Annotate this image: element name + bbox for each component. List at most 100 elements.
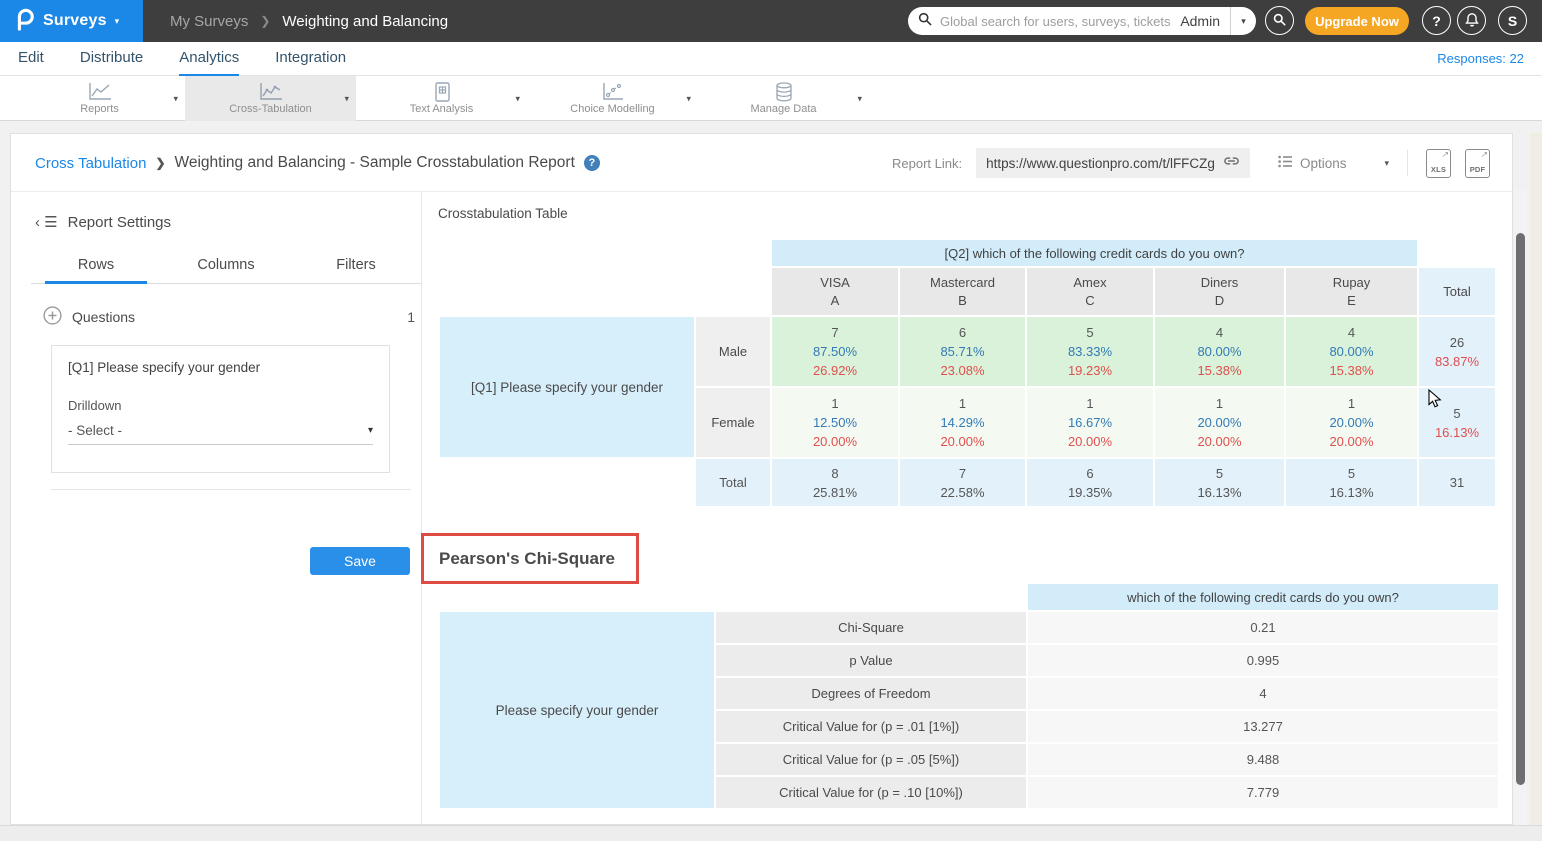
global-search[interactable]: Admin <box>908 7 1230 35</box>
chevron-down-icon[interactable]: ▾ <box>857 93 862 104</box>
search-scope-selector[interactable]: Admin <box>1180 13 1220 29</box>
report-help-icon[interactable]: ? <box>584 155 600 171</box>
chevron-down-icon[interactable]: ▾ <box>515 93 520 104</box>
help-button[interactable]: ? <box>1422 6 1451 35</box>
link-icon[interactable] <box>1223 154 1240 172</box>
row-label-male: Male <box>696 317 770 386</box>
settings-tabs: Rows Columns Filters <box>31 249 421 284</box>
chi-square-table: which of the following credit cards do y… <box>438 582 1500 810</box>
search-input[interactable] <box>940 14 1172 29</box>
cell-female-diners: 120.00%20.00% <box>1155 388 1284 457</box>
tab-reports[interactable]: Reports ▾ <box>14 76 185 121</box>
report-link-label: Report Link: <box>892 156 962 171</box>
nav-integration[interactable]: Integration <box>275 42 346 76</box>
search-icon <box>918 12 932 31</box>
report-header: Cross Tabulation ❯ Weighting and Balanci… <box>11 134 1512 192</box>
search-button[interactable] <box>1265 6 1294 35</box>
column-header-visa: VISAA <box>772 268 898 315</box>
questions-label: Questions <box>72 309 135 325</box>
export-xls-button[interactable]: XLS ↗ <box>1426 149 1451 178</box>
cell-female-visa: 112.50%20.00% <box>772 388 898 457</box>
cell-female-mastercard: 114.29%20.00% <box>900 388 1025 457</box>
chi-value: 7.779 <box>1028 777 1498 808</box>
breadcrumb-my-surveys[interactable]: My Surveys <box>170 13 248 30</box>
chi-value: 13.277 <box>1028 711 1498 742</box>
questions-count: 1 <box>407 309 415 325</box>
chi-row-question: Please specify your gender <box>440 612 714 808</box>
drilldown-value: - Select - <box>68 423 122 438</box>
vertical-scrollbar[interactable] <box>1514 190 1527 825</box>
nav-distribute[interactable]: Distribute <box>80 42 143 76</box>
notifications-button[interactable] <box>1457 6 1486 35</box>
tab-text-analysis[interactable]: Text Analysis ▾ <box>356 76 527 121</box>
chevron-down-icon[interactable]: ▾ <box>686 93 691 104</box>
cross-tabulation-link[interactable]: Cross Tabulation <box>35 155 146 172</box>
tab-cross-tabulation[interactable]: Cross-Tabulation ▾ <box>185 76 356 121</box>
brand-label: Surveys <box>43 12 107 30</box>
row-question-cell: [Q1] Please specify your gender <box>440 317 694 457</box>
window-edge <box>1530 133 1542 841</box>
bell-icon <box>1465 12 1479 30</box>
export-arrow-icon: ↗ <box>1441 151 1448 159</box>
question-item[interactable]: [Q1] Please specify your gender Drilldow… <box>51 345 390 473</box>
chevron-down-icon: ▾ <box>368 425 373 436</box>
survey-nav: Edit Distribute Analytics Integration Re… <box>0 42 1542 76</box>
tab-filters[interactable]: Filters <box>291 249 421 283</box>
empty-cell <box>440 240 770 266</box>
top-bar: Surveys ▾ My Surveys ❯ Weighting and Bal… <box>0 0 1542 42</box>
tab-choice-modelling[interactable]: Choice Modelling ▾ <box>527 76 698 121</box>
column-header-rupay: RupayE <box>1286 268 1417 315</box>
breadcrumb-survey-name: Weighting and Balancing <box>282 13 448 30</box>
options-button[interactable]: Options <box>1278 155 1347 171</box>
cell-male-diners: 480.00%15.38% <box>1155 317 1284 386</box>
chevron-down-icon[interactable]: ▾ <box>1384 158 1389 169</box>
report-title: Weighting and Balancing - Sample Crossta… <box>175 154 575 172</box>
tab-rows[interactable]: Rows <box>31 249 161 283</box>
report-card: Cross Tabulation ❯ Weighting and Balanci… <box>10 133 1513 825</box>
tab-columns[interactable]: Columns <box>161 249 291 283</box>
analytics-toolbar: Reports ▾ Cross-Tabulation ▾ Text Analys… <box>0 76 1542 121</box>
chi-column-question: which of the following credit cards do y… <box>1028 584 1498 610</box>
nav-analytics[interactable]: Analytics <box>179 42 239 76</box>
divider <box>1407 150 1408 176</box>
line-chart-icon <box>87 82 113 102</box>
options-label: Options <box>1300 156 1347 171</box>
report-settings-panel: ‹ ☰ Report Settings Rows Columns Filters… <box>31 192 421 490</box>
question-text: [Q1] Please specify your gender <box>68 360 373 375</box>
drilldown-select[interactable]: - Select - ▾ <box>68 423 373 445</box>
chevron-down-icon[interactable]: ▾ <box>173 93 178 104</box>
nav-edit[interactable]: Edit <box>18 42 44 76</box>
crosstab-table: [Q2] which of the following credit cards… <box>438 238 1497 508</box>
chevron-right-icon: ❯ <box>260 14 270 28</box>
topbar-breadcrumb: My Surveys ❯ Weighting and Balancing <box>170 0 448 42</box>
column-header-mastercard: MastercardB <box>900 268 1025 315</box>
avatar[interactable]: S <box>1498 6 1527 35</box>
tab-manage-data[interactable]: Manage Data ▾ <box>698 76 869 121</box>
save-button[interactable]: Save <box>310 547 410 575</box>
report-settings-header: ‹ ☰ Report Settings <box>31 213 421 231</box>
empty-cell <box>440 268 770 315</box>
export-pdf-button[interactable]: PDF ↗ <box>1465 149 1490 178</box>
chevron-right-icon: ❯ <box>155 156 165 170</box>
surveys-menu[interactable]: Surveys ▾ <box>0 0 143 42</box>
text-analysis-icon <box>432 82 452 102</box>
chevron-down-icon: ▾ <box>115 17 120 26</box>
empty-cell <box>440 584 714 610</box>
add-question-icon[interactable] <box>43 306 62 328</box>
cell-total-amex: 619.35% <box>1027 459 1153 506</box>
scrollbar-thumb[interactable] <box>1516 233 1525 785</box>
empty-cell <box>440 459 694 506</box>
report-settings-title: Report Settings <box>68 214 171 231</box>
report-url-box[interactable]: https://www.questionpro.com/t/lFFCZg <box>976 148 1250 178</box>
chi-label: Critical Value for (p = .10 [10%]) <box>716 777 1026 808</box>
responses-count: Responses: 22 <box>1437 51 1524 66</box>
empty-cell <box>1419 240 1495 266</box>
questionpro-logo <box>13 7 35 36</box>
row-label-female: Female <box>696 388 770 457</box>
search-icon <box>1273 13 1286 29</box>
search-scope-caret[interactable]: ▾ <box>1230 7 1256 35</box>
upgrade-now-button[interactable]: Upgrade Now <box>1305 7 1409 35</box>
report-url[interactable]: https://www.questionpro.com/t/lFFCZg <box>986 156 1215 171</box>
chevron-down-icon[interactable]: ▾ <box>344 93 349 104</box>
collapse-panel-icon[interactable]: ‹ ☰ <box>35 213 58 231</box>
